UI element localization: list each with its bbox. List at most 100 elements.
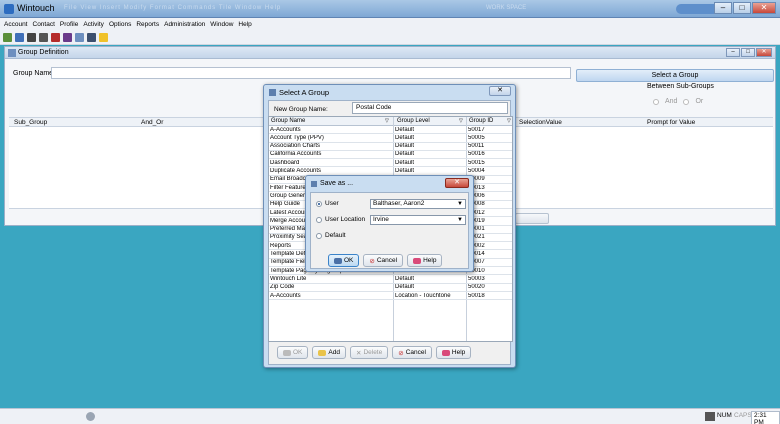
- menu-help[interactable]: Help: [238, 21, 251, 28]
- save-ok-label: OK: [344, 257, 354, 264]
- col-group-name[interactable]: Group Name: [271, 118, 305, 124]
- account-icon[interactable]: [3, 32, 12, 42]
- and-radio[interactable]: [653, 98, 659, 105]
- group-definition-icon: [8, 49, 16, 57]
- group-id-cell: 50018: [468, 292, 485, 299]
- gd-close-button[interactable]: ✕: [756, 48, 772, 57]
- menu-contact[interactable]: Contact: [33, 21, 55, 28]
- location-combo[interactable]: Irvine ▼: [370, 215, 466, 225]
- group-name-input[interactable]: [51, 67, 571, 79]
- group-id-cell: 50011: [468, 143, 485, 150]
- select-a-group-button[interactable]: Select a Group: [576, 69, 774, 82]
- save-cancel-button[interactable]: ⊘ Cancel: [363, 254, 404, 267]
- clock: 2:31 PM: [751, 411, 780, 424]
- calendar-icon[interactable]: [51, 32, 60, 42]
- add-button[interactable]: Add: [312, 346, 346, 359]
- col-selection-value[interactable]: SelectionValue: [519, 119, 562, 126]
- group-id-cell: 50008: [468, 201, 485, 208]
- table-row[interactable]: Zip Code Default 50020: [269, 284, 512, 292]
- table-row[interactable]: Account Type (PPV) Default 50005: [269, 134, 512, 143]
- col-and-or[interactable]: And_Or: [141, 119, 163, 126]
- ok-button[interactable]: OK: [277, 346, 309, 359]
- group-id-cell: 50001: [468, 226, 485, 233]
- cancel-button[interactable]: ⊘ Cancel: [392, 346, 432, 359]
- menu-profile[interactable]: Profile: [60, 21, 78, 28]
- group-id-cell: 50020: [468, 284, 485, 291]
- user-location-label: User Location: [325, 216, 366, 223]
- app-title: Wintouch: [17, 3, 55, 13]
- default-label: Default: [325, 232, 346, 239]
- select-group-buttonbar: OK Add ✕ Delete ⊘ Cancel Help: [277, 346, 472, 359]
- filter-icon[interactable]: ▽: [459, 118, 463, 124]
- menu-account[interactable]: Account: [4, 21, 28, 28]
- menu-reports[interactable]: Reports: [136, 21, 159, 28]
- filter-icon[interactable]: ▽: [385, 118, 389, 124]
- select-group-close-button[interactable]: ✕: [489, 86, 511, 96]
- delete-label: Delete: [363, 349, 383, 356]
- grid-icon[interactable]: [39, 32, 48, 42]
- save-help-button[interactable]: Help: [407, 254, 443, 267]
- table-row[interactable]: A-Accounts Location - Touchtone 50018: [269, 292, 512, 301]
- group-id-cell: 50007: [468, 259, 485, 266]
- close-button[interactable]: ✕: [752, 2, 776, 14]
- help-label: Help: [451, 349, 466, 356]
- group-level-cell: Default: [395, 284, 415, 291]
- group-id-cell: 50021: [468, 234, 485, 241]
- table-row[interactable]: Dashboard Default 50015: [269, 159, 512, 168]
- gear-icon[interactable]: [86, 412, 95, 421]
- maximize-button[interactable]: □: [733, 2, 751, 14]
- group-id-cell: 50003: [468, 275, 485, 282]
- group-level-cell: Default: [395, 159, 415, 166]
- new-group-name-input[interactable]: Postal Code: [352, 102, 508, 114]
- col-group-id[interactable]: Group ID: [469, 118, 493, 124]
- folder-icon[interactable]: [99, 32, 108, 42]
- col-group-level[interactable]: Group Level: [397, 118, 430, 124]
- user-location-radio[interactable]: [316, 216, 322, 223]
- user-combo-value: Balthaser, Aaron2: [373, 200, 425, 207]
- user-radio[interactable]: [316, 200, 322, 207]
- toolbar: [0, 30, 780, 45]
- group-icon[interactable]: [75, 32, 84, 42]
- table-row[interactable]: Association Charts Default 50011: [269, 143, 512, 151]
- group-id-cell: 50019: [468, 217, 485, 224]
- table-row[interactable]: California Accounts Default 50016: [269, 151, 512, 160]
- list-icon[interactable]: [27, 32, 36, 42]
- gd-bottom-button[interactable]: [515, 213, 549, 224]
- save-cancel-label: Cancel: [376, 257, 398, 264]
- menu-activity[interactable]: Activity: [83, 21, 104, 28]
- group-id-cell: 50002: [468, 242, 485, 249]
- minimize-button[interactable]: –: [714, 2, 732, 14]
- chevron-down-icon: ▼: [457, 217, 463, 223]
- gd-minimize-button[interactable]: –: [726, 48, 740, 57]
- user-combo[interactable]: Balthaser, Aaron2 ▼: [370, 199, 466, 209]
- table-row[interactable]: Wintouch Lite Default 50003: [269, 275, 512, 284]
- menubar: Account Contact Profile Activity Options…: [0, 18, 780, 30]
- group-id-cell: 50014: [468, 251, 485, 257]
- ghost-menu: File View Insert Modify Format Commands …: [64, 5, 282, 11]
- cancel-label: Cancel: [405, 349, 426, 356]
- help-icon: [441, 349, 450, 356]
- num-indicator: NUM: [717, 412, 732, 419]
- default-radio[interactable]: [316, 232, 322, 239]
- save-as-close-button[interactable]: ✕: [445, 178, 469, 188]
- or-radio[interactable]: [683, 98, 690, 105]
- group-id-cell: 50006: [468, 192, 485, 199]
- group-table-header: Group Name ▽ Group Level ▽ Group ID ▽: [269, 117, 512, 126]
- col-prompt-value[interactable]: Prompt for Value: [647, 119, 695, 126]
- gd-maximize-button[interactable]: □: [741, 48, 755, 57]
- delete-button[interactable]: ✕ Delete: [349, 346, 389, 359]
- col-sub-group[interactable]: Sub_Group: [14, 119, 47, 126]
- menu-window[interactable]: Window: [210, 21, 233, 28]
- table-row[interactable]: A-Accounts Default 50017: [269, 126, 512, 135]
- new-group-name-label: New Group Name:: [274, 106, 328, 113]
- menu-options[interactable]: Options: [109, 21, 131, 28]
- menu-administration[interactable]: Administration: [164, 21, 205, 28]
- group-id-cell: 50005: [468, 134, 485, 141]
- help-button[interactable]: Help: [435, 346, 472, 359]
- report-icon[interactable]: [87, 32, 96, 42]
- check-icon[interactable]: [63, 32, 72, 42]
- contact-icon[interactable]: [15, 32, 24, 42]
- filter-icon[interactable]: ▽: [507, 118, 511, 124]
- or-label: Or: [695, 98, 704, 105]
- save-ok-button[interactable]: OK: [328, 254, 360, 267]
